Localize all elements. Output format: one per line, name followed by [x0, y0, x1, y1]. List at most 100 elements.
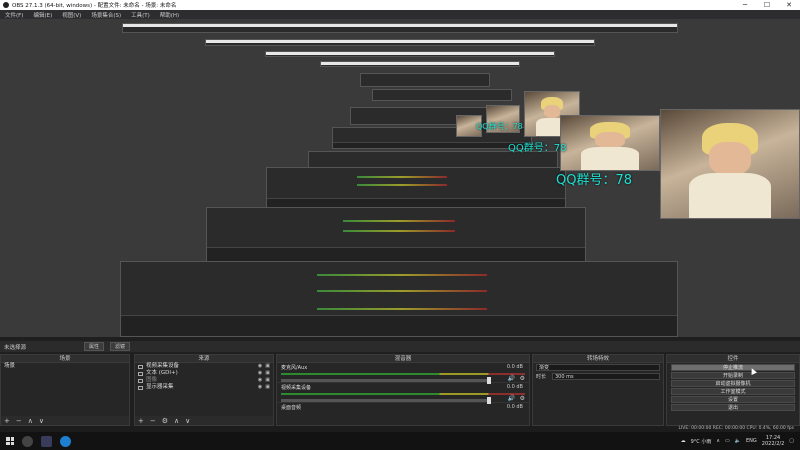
move-source-up-button[interactable]: ∧	[171, 417, 182, 425]
filters-button[interactable]: 滤镜	[110, 342, 131, 351]
gear-icon[interactable]: ⚙	[520, 375, 525, 382]
gear-icon[interactable]: ⚙	[520, 395, 525, 402]
capture-layer	[265, 51, 555, 57]
volume-icon[interactable]: 🔈	[735, 438, 741, 444]
start-recording-button[interactable]: 开始录制	[671, 372, 795, 379]
obs-logo-icon	[3, 2, 9, 8]
mixer-track: 麦克风/Aux 0.0 dB 🔊 ⚙	[277, 363, 529, 384]
speaker-icon[interactable]: 🔊	[508, 375, 515, 382]
source-item[interactable]: 图像 ◉ ▣	[135, 377, 273, 384]
weather-text[interactable]: 9°C 小雨	[691, 438, 712, 445]
mixer-track: 桌面音频 0.0 dB	[277, 403, 529, 423]
notification-icon[interactable]: ▢	[789, 438, 794, 444]
text-icon	[138, 371, 143, 376]
start-virtual-camera-button[interactable]: 启动虚拟摄像机	[671, 380, 795, 387]
preview-canvas[interactable]: QQ群号：78 QQ群号：78 QQ群号：78	[0, 19, 800, 337]
qq-text-overlay: QQ群号：78	[508, 143, 567, 154]
move-scene-up-button[interactable]: ∧	[25, 417, 36, 425]
lock-icon[interactable]: ▣	[265, 384, 270, 391]
close-button[interactable]: ✕	[778, 0, 800, 10]
menu-scene-collection[interactable]: 场景集合(S)	[86, 11, 126, 19]
volume-slider[interactable]	[281, 377, 491, 384]
duration-input[interactable]: 300 ms	[552, 373, 660, 380]
properties-button[interactable]: 属性	[84, 342, 105, 351]
eye-icon[interactable]: ◉	[258, 370, 262, 377]
qq-text-overlay: QQ群号：78	[476, 122, 523, 131]
taskbar-clock[interactable]: 17:24 2022/2/2	[762, 435, 784, 447]
eye-icon[interactable]: ◉	[258, 377, 262, 384]
capture-layer	[206, 207, 586, 263]
source-item-label: 文本 (GDI+)	[146, 370, 178, 376]
scene-item-label: 场景	[4, 363, 16, 369]
mixer-track: 视频采集设备 0.0 dB 🔊 ⚙	[277, 383, 529, 404]
lock-icon[interactable]: ▣	[265, 377, 270, 384]
menu-edit[interactable]: 编辑(E)	[28, 11, 57, 19]
capture-layer	[320, 61, 520, 67]
remove-scene-button[interactable]: −	[13, 417, 25, 425]
remove-source-button[interactable]: −	[147, 417, 159, 425]
track-db: 0.0 dB	[506, 404, 523, 410]
system-tray: ☁ 9°C 小雨 ∧ ▭ 🔈 ENG 17:24 2022/2/2 ▢	[681, 432, 794, 450]
sources-dock: 来源 视频采集设备 ◉ ▣ 文本 (GDI+) ◉ ▣ 图像 ◉ ▣ 显示器采集 ◉ ▣ + −…	[134, 354, 274, 426]
chevron-up-icon[interactable]: ∧	[716, 438, 720, 444]
menu-view[interactable]: 视图(V)	[57, 11, 86, 19]
qq-text-overlay: QQ群号：78	[556, 173, 633, 188]
track-name: 视频采集设备	[281, 385, 312, 391]
scene-item[interactable]: 场景	[1, 363, 129, 370]
transitions-dock: 转场特效 渐变 时长 300 ms	[532, 354, 664, 426]
track-name: 麦克风/Aux	[281, 365, 308, 371]
capture-layer	[205, 39, 595, 46]
gear-icon[interactable]: ⚙	[159, 417, 171, 425]
track-name: 桌面音频	[281, 405, 302, 411]
language-indicator[interactable]: ENG	[746, 438, 757, 444]
scenes-dock-footer: + − ∧ ∨	[1, 416, 129, 425]
add-scene-button[interactable]: +	[1, 417, 13, 425]
network-icon[interactable]: ▭	[725, 438, 730, 444]
settings-button[interactable]: 设置	[671, 396, 795, 403]
source-item[interactable]: 显示器采集 ◉ ▣	[135, 384, 273, 391]
transition-duration-row: 时长 300 ms	[533, 372, 663, 381]
capture-layer	[372, 89, 512, 101]
volume-slider[interactable]	[281, 397, 491, 404]
source-item[interactable]: 视频采集设备 ◉ ▣	[135, 363, 273, 370]
image-icon	[138, 378, 143, 383]
menu-help[interactable]: 帮助(H)	[155, 11, 184, 19]
windows-start-icon[interactable]	[6, 437, 14, 445]
menu-bar: 文件(F) 编辑(E) 视图(V) 场景集合(S) 工具(T) 帮助(H)	[0, 10, 800, 19]
controls-dock-title: 控件	[667, 355, 799, 363]
lock-icon[interactable]: ▣	[265, 363, 270, 370]
add-source-button[interactable]: +	[135, 417, 147, 425]
minimize-button[interactable]: ─	[734, 0, 756, 10]
weather-icon[interactable]: ☁	[681, 438, 686, 444]
webcam-thumbnail	[560, 115, 660, 171]
eye-icon[interactable]: ◉	[258, 384, 262, 391]
maximize-button[interactable]: ☐	[756, 0, 778, 10]
audio-mixer-dock: 混音器 麦克风/Aux 0.0 dB 🔊 ⚙ 视频采集设备 0.0 dB 🔊 ⚙…	[276, 354, 530, 426]
stop-streaming-button[interactable]: 停止推流	[671, 364, 795, 371]
mixer-dock-title: 混音器	[277, 355, 529, 363]
move-scene-down-button[interactable]: ∨	[36, 417, 47, 425]
source-item[interactable]: 文本 (GDI+) ◉ ▣	[135, 370, 273, 377]
move-source-down-button[interactable]: ∨	[182, 417, 193, 425]
capture-layer	[120, 261, 678, 337]
speaker-icon[interactable]: 🔊	[508, 395, 515, 402]
transition-type-select[interactable]: 渐变	[536, 364, 660, 371]
menu-file[interactable]: 文件(F)	[0, 11, 28, 19]
menu-tools[interactable]: 工具(T)	[126, 11, 155, 19]
app-taskbar-icon[interactable]	[41, 435, 52, 447]
eye-icon[interactable]: ◉	[258, 363, 262, 370]
studio-mode-button[interactable]: 工作室模式	[671, 388, 795, 395]
obs-taskbar-icon[interactable]	[22, 435, 33, 447]
exit-button[interactable]: 退出	[671, 404, 795, 411]
monitor-icon	[138, 385, 143, 390]
source-toolbar: 未选择源 属性 滤镜	[0, 341, 800, 352]
window-title: OBS 27.1.3 (64-bit, windows) - 配置文件: 未命名…	[12, 3, 177, 9]
source-item-label: 显示器采集	[146, 384, 174, 390]
edge-browser-icon[interactable]	[60, 435, 71, 447]
capture-layer	[360, 73, 490, 87]
capture-layer	[122, 23, 678, 33]
lock-icon[interactable]: ▣	[265, 370, 270, 377]
window-controls: ─ ☐ ✕	[734, 0, 800, 10]
source-item-label: 视频采集设备	[146, 363, 180, 369]
window-titlebar: OBS 27.1.3 (64-bit, windows) - 配置文件: 未命名…	[0, 0, 800, 10]
